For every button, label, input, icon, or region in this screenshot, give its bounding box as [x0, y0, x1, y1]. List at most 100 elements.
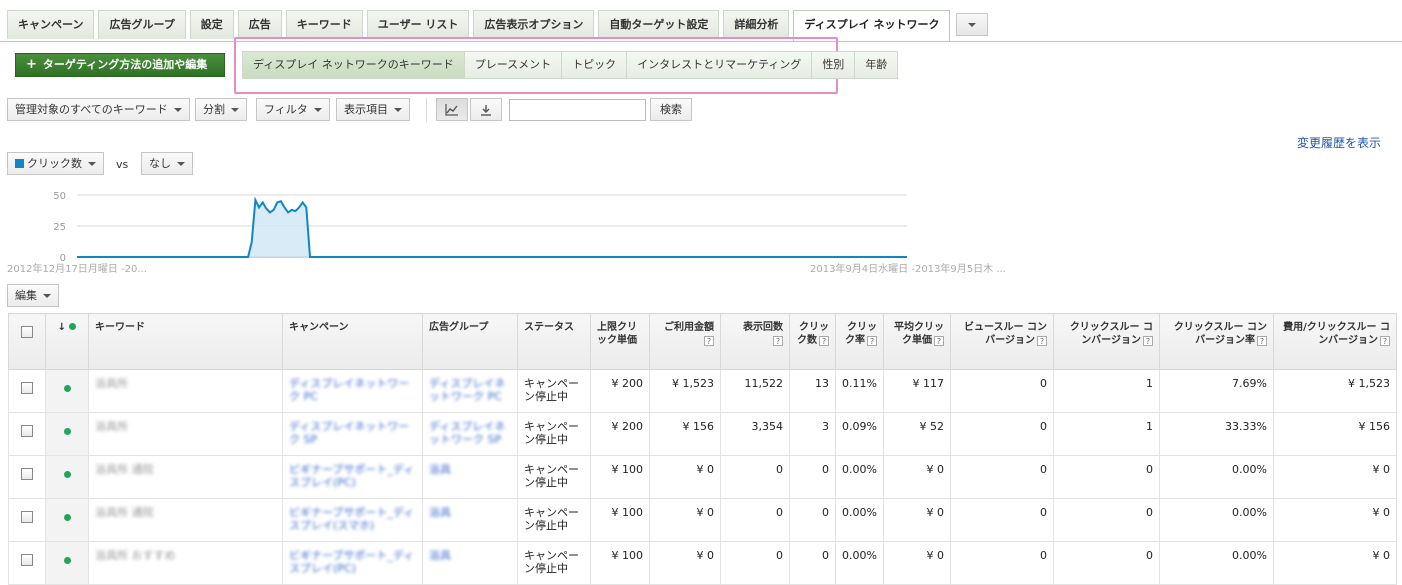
campaign-link[interactable]: ビギナーブサポート_ディスプレイ(PC) [289, 463, 414, 489]
select-all-checkbox[interactable] [21, 326, 33, 338]
campaign-link[interactable]: ディスプレイネットワーク SP [289, 420, 409, 446]
col-impressions[interactable]: 表示回数? [720, 313, 790, 370]
tab-dimensions[interactable]: 詳細分析 [723, 10, 790, 39]
tab-auto-targets[interactable]: 自動ターゲット設定 [598, 10, 720, 39]
tab-ad-groups[interactable]: 広告グループ [98, 10, 186, 39]
max-cpc-cell[interactable]: ¥ 200 [590, 412, 650, 456]
campaign-link[interactable]: ビギナーブサポート_ディスプレイ(PC) [289, 549, 414, 575]
tab-settings[interactable]: 設定 [189, 10, 234, 39]
keyword-cell[interactable]: 浴具所 おすすめ [88, 541, 283, 585]
keyword-text: 浴具所 おすすめ [95, 549, 176, 562]
help-icon[interactable]: ? [1143, 336, 1153, 346]
adgroup-link[interactable]: 浴具 [429, 549, 451, 562]
click-through-conv-rate-cell: 7.69% [1159, 369, 1274, 413]
row-checkbox[interactable] [21, 468, 33, 480]
row-checkbox[interactable] [21, 425, 33, 437]
max-cpc-cell[interactable]: ¥ 100 [590, 455, 650, 499]
row-status-dot-cell [45, 412, 89, 456]
columns-dropdown[interactable]: 表示項目 [336, 98, 410, 121]
click-through-conv-rate-cell: 0.00% [1159, 455, 1274, 499]
keyword-cell[interactable]: 浴具所 通院 [88, 498, 283, 542]
keyword-cell[interactable]: 浴具所 [88, 369, 283, 413]
col-ctr[interactable]: クリック率? [835, 313, 884, 370]
y-tick-label: 25 [53, 222, 66, 233]
help-icon[interactable]: ? [704, 336, 714, 346]
adgroup-link[interactable]: 浴具 [429, 463, 451, 476]
metric2-dropdown[interactable]: なし [141, 152, 193, 175]
adgroup-link[interactable]: ディスプレイネットワーク SP [429, 420, 505, 446]
subtab-age[interactable]: 年齢 [854, 51, 899, 79]
keywords-table: ↓ キーワード キャンペーン 広告グループ ステータス 上限クリック単価 ご利用… [8, 313, 1397, 585]
scope-dropdown[interactable]: 管理対象のすべてのキーワード [7, 98, 190, 121]
help-icon[interactable]: ? [1257, 336, 1267, 346]
adgroup-link[interactable]: ディスプレイネットワーク PC [429, 377, 505, 403]
col-adgroup[interactable]: 広告グループ [422, 313, 518, 370]
row-checkbox[interactable] [21, 382, 33, 394]
metric1-label: クリック数 [27, 157, 82, 170]
col-cost[interactable]: ご利用金額? [649, 313, 721, 370]
col-clicks[interactable]: クリック数? [789, 313, 836, 370]
tab-keywords[interactable]: キーワード [285, 10, 363, 39]
subtab-topics[interactable]: トピック [561, 51, 627, 79]
filter-dropdown[interactable]: フィルタ [256, 98, 330, 121]
tabs-more-dropdown[interactable] [956, 13, 989, 36]
edit-dropdown[interactable]: 編集 [7, 284, 59, 307]
campaign-link[interactable]: ディスプレイネットワーク PC [289, 377, 409, 403]
col-max-cpc[interactable]: 上限クリック単価 [590, 313, 650, 370]
click-through-conv-cell: 0 [1053, 541, 1160, 585]
keyword-text: 浴具所 [95, 377, 128, 390]
tab-ad-extensions[interactable]: 広告表示オプション [473, 10, 595, 39]
col-campaign[interactable]: キャンペーン [282, 313, 423, 370]
toggle-chart-button[interactable] [436, 98, 468, 121]
tab-campaigns[interactable]: キャンペーン [7, 10, 95, 39]
help-icon[interactable]: ? [1037, 336, 1047, 346]
campaign-cell: ディスプレイネットワーク PC [282, 369, 423, 413]
tab-user-lists[interactable]: ユーザー リスト [366, 10, 470, 39]
impressions-cell: 3,354 [720, 412, 790, 456]
subtab-placements[interactable]: プレースメント [463, 51, 562, 79]
metric1-dropdown[interactable]: クリック数 [7, 152, 104, 175]
col-status[interactable]: ステータス [517, 313, 591, 370]
search-button[interactable]: 検索 [650, 98, 692, 121]
keyword-cell[interactable]: 浴具所 [88, 412, 283, 456]
help-icon[interactable]: ? [934, 336, 944, 346]
subtab-interests-remarketing[interactable]: インタレストとリマーケティング [626, 51, 812, 79]
campaign-link[interactable]: ビギナーブサポート_ディスプレイ(スマホ) [289, 506, 414, 532]
row-checkbox[interactable] [21, 511, 33, 523]
adgroup-link[interactable]: 浴具 [429, 506, 451, 519]
col-view-through-conv[interactable]: ビュースルー コンバージョン? [950, 313, 1054, 370]
search-input[interactable] [509, 99, 646, 121]
download-button[interactable] [470, 98, 502, 121]
enabled-status-icon [63, 471, 71, 478]
adgroup-cell: ディスプレイネットワーク PC [422, 369, 518, 413]
status-dot-header[interactable]: ↓ [45, 313, 89, 370]
segment-dropdown[interactable]: 分割 [195, 98, 247, 121]
row-checkbox[interactable] [21, 554, 33, 566]
change-history-link[interactable]: 変更履歴を表示 [1297, 134, 1381, 151]
ctr-cell: 0.00% [835, 541, 884, 585]
table-row: 浴具所 通院 ビギナーブサポート_ディスプレイ(PC) 浴具 キャンペーン停止中… [8, 455, 1397, 499]
subtab-gender[interactable]: 性別 [811, 51, 855, 79]
clicks-cell: 3 [789, 412, 836, 456]
help-icon[interactable]: ? [819, 336, 829, 346]
col-keyword[interactable]: キーワード [88, 313, 283, 370]
col-avg-cpc[interactable]: 平均クリック単価? [883, 313, 951, 370]
help-icon[interactable]: ? [867, 336, 877, 346]
help-icon[interactable]: ? [773, 336, 783, 346]
tab-ads[interactable]: 広告 [237, 10, 282, 39]
subtab-display-keywords[interactable]: ディスプレイ ネットワークのキーワード [242, 51, 464, 79]
click-through-conv-rate-cell: 0.00% [1159, 541, 1274, 585]
help-icon[interactable]: ? [1380, 336, 1390, 346]
keyword-cell[interactable]: 浴具所 通院 [88, 455, 283, 499]
add-targeting-button[interactable]: + ターゲティング方法の追加や編集 [15, 53, 225, 77]
col-click-through-conv-rate[interactable]: クリックスルー コンバージョン率? [1159, 313, 1274, 370]
col-click-through-conv[interactable]: クリックスルー コンバージョン? [1053, 313, 1160, 370]
max-cpc-cell[interactable]: ¥ 100 [590, 541, 650, 585]
cost-cell: ¥ 0 [649, 455, 721, 499]
col-cost-per-conv[interactable]: 費用/クリックスルー コンバージョン? [1273, 313, 1397, 370]
status-cell: キャンペーン停止中 [517, 498, 591, 542]
max-cpc-cell[interactable]: ¥ 100 [590, 498, 650, 542]
avg-cpc-cell: ¥ 52 [883, 412, 951, 456]
chevron-down-icon [394, 108, 402, 112]
max-cpc-cell[interactable]: ¥ 200 [590, 369, 650, 413]
